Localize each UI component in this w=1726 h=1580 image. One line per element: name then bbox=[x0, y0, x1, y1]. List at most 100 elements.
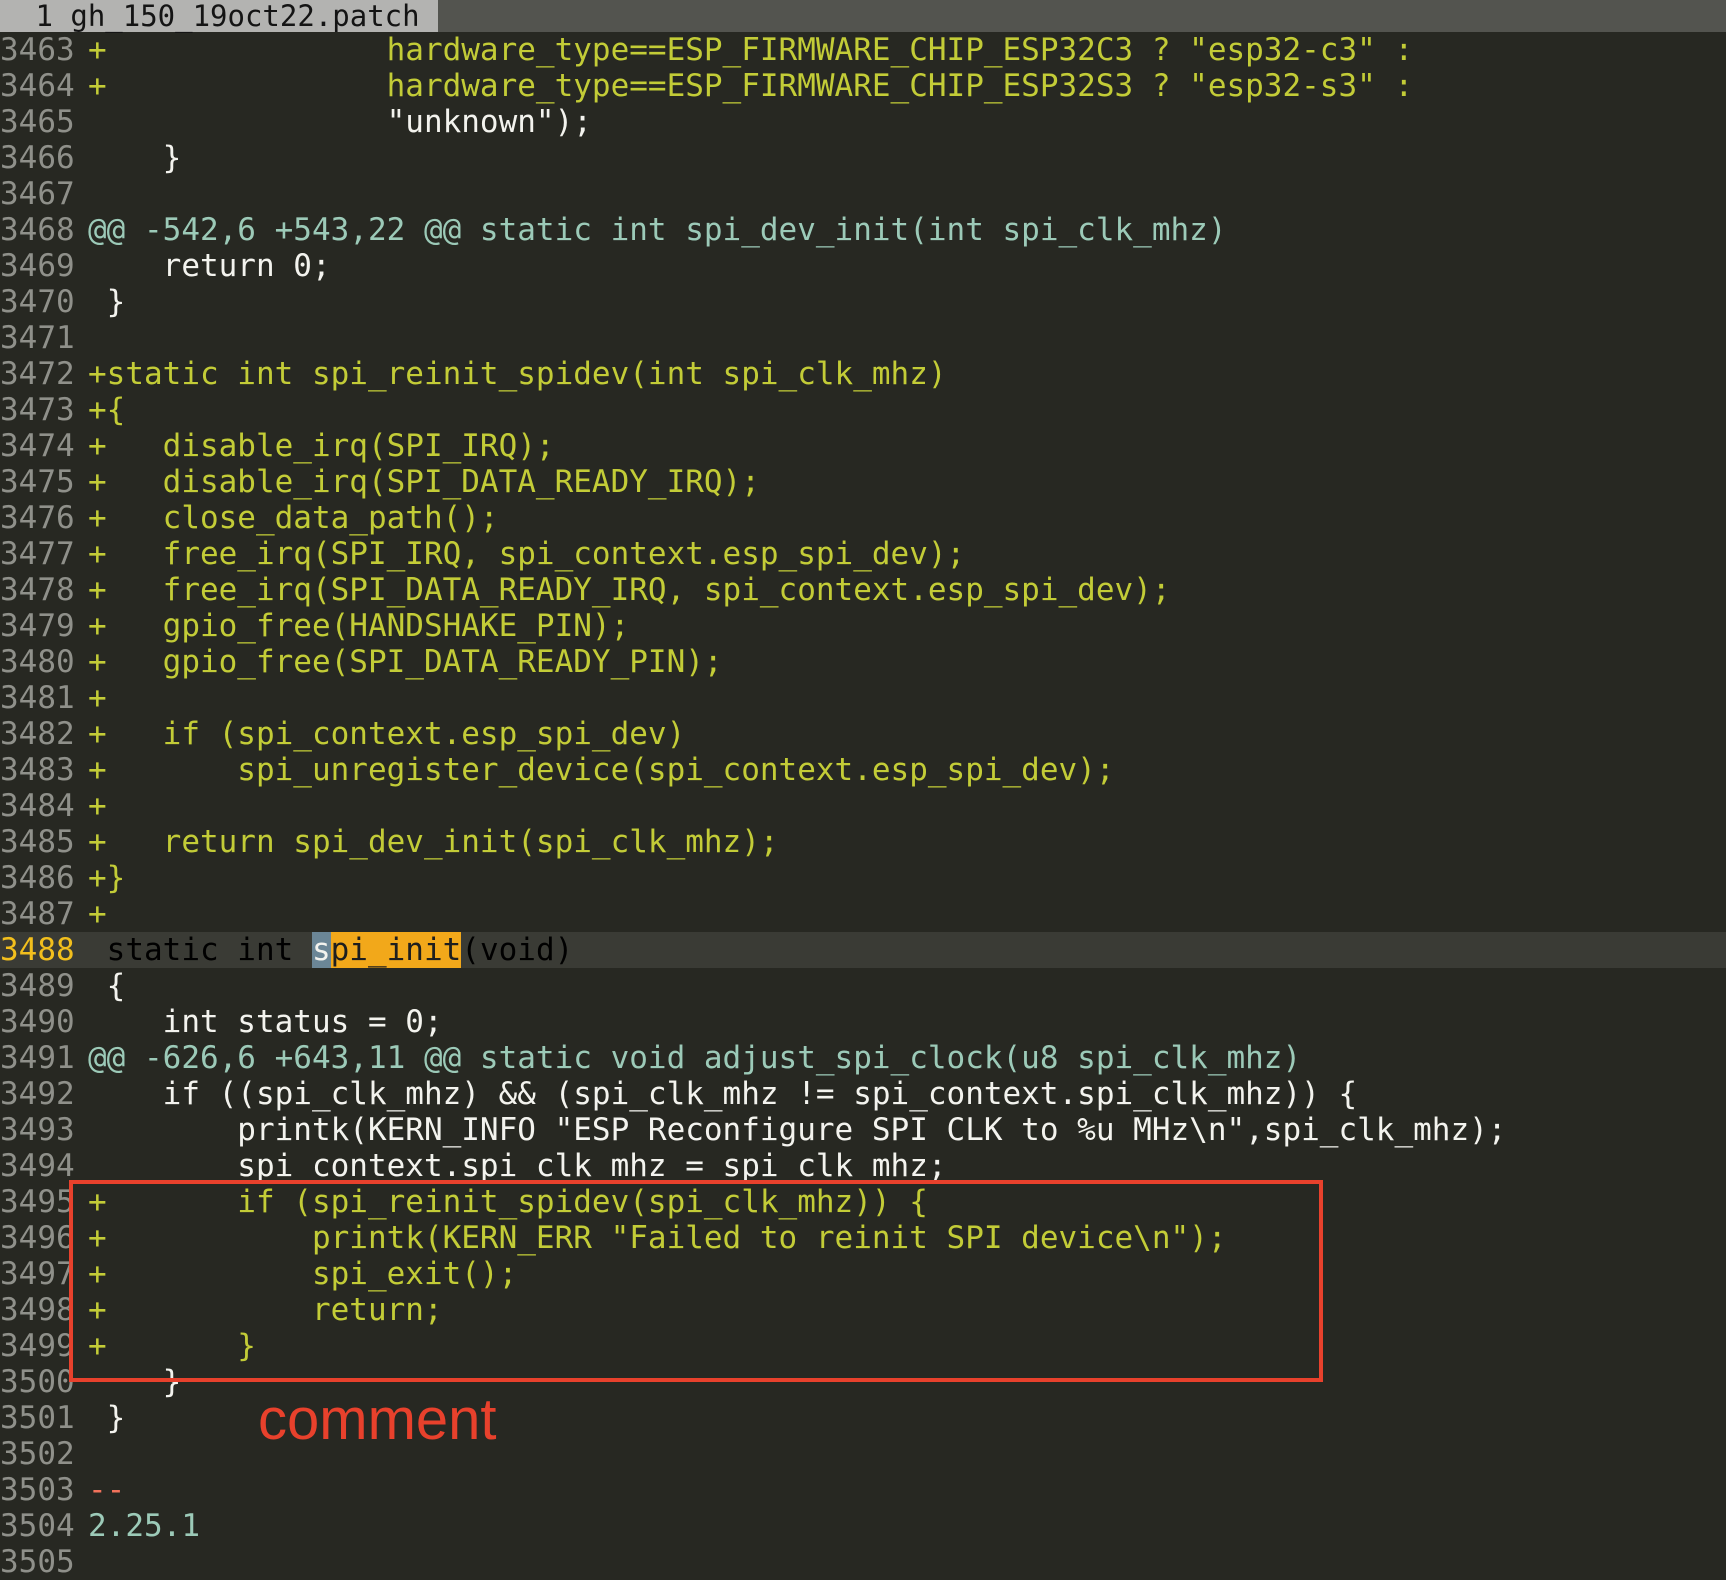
line-number: 3484 bbox=[0, 788, 75, 824]
code-text: spi_context.spi_clk_mhz = spi_clk_mhz; bbox=[88, 1148, 947, 1184]
code-line[interactable]: 3465 "unknown"); bbox=[0, 104, 1726, 140]
code-line[interactable]: 3467 bbox=[0, 176, 1726, 212]
code-line[interactable]: 3505 bbox=[0, 1544, 1726, 1580]
code-line[interactable]: 3492 if ((spi_clk_mhz) && (spi_clk_mhz !… bbox=[0, 1076, 1726, 1112]
code-text: + bbox=[88, 788, 107, 824]
code-text: printk(KERN_INFO "ESP Reconfigure SPI CL… bbox=[88, 1112, 1507, 1148]
code-text: { bbox=[88, 968, 126, 1004]
line-number: 3466 bbox=[0, 140, 75, 176]
code-line[interactable]: 3482 + if (spi_context.esp_spi_dev) bbox=[0, 716, 1726, 752]
code-line[interactable]: 3491 @@ -626,6 +643,11 @@ static void adj… bbox=[0, 1040, 1726, 1076]
line-number: 3500 bbox=[0, 1364, 75, 1400]
code-line[interactable]: 3481 + bbox=[0, 680, 1726, 716]
code-text: } bbox=[88, 1400, 126, 1436]
line-number: 3464 bbox=[0, 68, 75, 104]
code-segment: static int bbox=[88, 932, 312, 968]
code-text: "unknown"); bbox=[88, 104, 592, 140]
code-line[interactable]: 3494 spi_context.spi_clk_mhz = spi_clk_m… bbox=[0, 1148, 1726, 1184]
line-number: 3493 bbox=[0, 1112, 75, 1148]
line-number: 3465 bbox=[0, 104, 75, 140]
line-number: 3490 bbox=[0, 1004, 75, 1040]
line-number: 3505 bbox=[0, 1544, 75, 1580]
code-line[interactable]: 3479 + gpio_free(HANDSHAKE_PIN); bbox=[0, 608, 1726, 644]
line-number: 3502 bbox=[0, 1436, 75, 1472]
code-segment: (void) bbox=[461, 932, 574, 968]
line-number: 3469 bbox=[0, 248, 75, 284]
code-text: + gpio_free(HANDSHAKE_PIN); bbox=[88, 608, 630, 644]
code-line[interactable]: 3483 + spi_unregister_device(spi_context.… bbox=[0, 752, 1726, 788]
line-number: 3494 bbox=[0, 1148, 75, 1184]
line-number: 3468 bbox=[0, 212, 75, 248]
line-number: 3473 bbox=[0, 392, 75, 428]
line-number: 3491 bbox=[0, 1040, 75, 1076]
search-match: pi_init bbox=[330, 932, 462, 968]
line-number: 3489 bbox=[0, 968, 75, 1004]
code-line[interactable]: 3503 -- bbox=[0, 1472, 1726, 1508]
code-line[interactable]: 3474 + disable_irq(SPI_IRQ); bbox=[0, 428, 1726, 464]
code-line[interactable]: 3477 + free_irq(SPI_IRQ, spi_context.esp_… bbox=[0, 536, 1726, 572]
code-text: + hardware_type==ESP_FIRMWARE_CHIP_ESP32… bbox=[88, 68, 1414, 104]
code-line[interactable]: 3488 static int spi_init(void) bbox=[0, 932, 1726, 968]
line-number: 3492 bbox=[0, 1076, 75, 1112]
code-text: + gpio_free(SPI_DATA_READY_PIN); bbox=[88, 644, 723, 680]
code-text: @@ -542,6 +543,22 @@ static int spi_dev_… bbox=[88, 212, 1227, 248]
code-text: } bbox=[88, 284, 126, 320]
code-line[interactable]: 3489 { bbox=[0, 968, 1726, 1004]
code-line[interactable]: 3485 + return spi_dev_init(spi_clk_mhz); bbox=[0, 824, 1726, 860]
line-number: 3470 bbox=[0, 284, 75, 320]
line-number: 3496 bbox=[0, 1220, 75, 1256]
code-line[interactable]: 3475 + disable_irq(SPI_DATA_READY_IRQ); bbox=[0, 464, 1726, 500]
tab-bar: 1 gh_150_19oct22.patch bbox=[0, 0, 1726, 32]
code-text: -- bbox=[88, 1472, 126, 1508]
code-line[interactable]: 3463 + hardware_type==ESP_FIRMWARE_CHIP_E… bbox=[0, 32, 1726, 68]
line-number: 3504 bbox=[0, 1508, 75, 1544]
code-text: } bbox=[88, 140, 182, 176]
code-line[interactable]: 3473 +{ bbox=[0, 392, 1726, 428]
line-number: 3474 bbox=[0, 428, 75, 464]
code-text: + return spi_dev_init(spi_clk_mhz); bbox=[88, 824, 779, 860]
code-line[interactable]: 3471 bbox=[0, 320, 1726, 356]
code-line[interactable]: 3469 return 0; bbox=[0, 248, 1726, 284]
line-number: 3479 bbox=[0, 608, 75, 644]
code-text: + disable_irq(SPI_DATA_READY_IRQ); bbox=[88, 464, 760, 500]
code-text: +static int spi_reinit_spidev(int spi_cl… bbox=[88, 356, 947, 392]
cursor-char: s bbox=[311, 932, 331, 968]
tab-patch-file[interactable]: 1 gh_150_19oct22.patch bbox=[0, 0, 438, 32]
code-text: + hardware_type==ESP_FIRMWARE_CHIP_ESP32… bbox=[88, 32, 1414, 68]
line-number: 3483 bbox=[0, 752, 75, 788]
code-text: 2.25.1 bbox=[88, 1508, 200, 1544]
code-text: static int spi_init(void) bbox=[88, 932, 573, 968]
editor-window[interactable]: 1 gh_150_19oct22.patch 3463 + hardware_ty… bbox=[0, 0, 1726, 1580]
code-line[interactable]: 3470 } bbox=[0, 284, 1726, 320]
annotation-highlight-box bbox=[69, 1180, 1323, 1382]
code-text: +} bbox=[88, 860, 126, 896]
code-line[interactable]: 3480 + gpio_free(SPI_DATA_READY_PIN); bbox=[0, 644, 1726, 680]
code-text: + free_irq(SPI_DATA_READY_IRQ, spi_conte… bbox=[88, 572, 1171, 608]
line-number: 3486 bbox=[0, 860, 75, 896]
code-line[interactable]: 3476 + close_data_path(); bbox=[0, 500, 1726, 536]
line-number: 3485 bbox=[0, 824, 75, 860]
line-number: 3488 bbox=[0, 932, 75, 968]
code-line[interactable]: 3484 + bbox=[0, 788, 1726, 824]
code-line[interactable]: 3490 int status = 0; bbox=[0, 1004, 1726, 1040]
code-text: + free_irq(SPI_IRQ, spi_context.esp_spi_… bbox=[88, 536, 966, 572]
line-number: 3463 bbox=[0, 32, 75, 68]
line-number: 3499 bbox=[0, 1328, 75, 1364]
code-line[interactable]: 3472 +static int spi_reinit_spidev(int sp… bbox=[0, 356, 1726, 392]
code-text: + if (spi_context.esp_spi_dev) bbox=[88, 716, 686, 752]
line-number: 3480 bbox=[0, 644, 75, 680]
code-text: +{ bbox=[88, 392, 126, 428]
code-line[interactable]: 3478 + free_irq(SPI_DATA_READY_IRQ, spi_c… bbox=[0, 572, 1726, 608]
line-number: 3471 bbox=[0, 320, 75, 356]
line-number: 3475 bbox=[0, 464, 75, 500]
code-line[interactable]: 3466 } bbox=[0, 140, 1726, 176]
code-line[interactable]: 3486 +} bbox=[0, 860, 1726, 896]
code-text: if ((spi_clk_mhz) && (spi_clk_mhz != spi… bbox=[88, 1076, 1358, 1112]
code-line[interactable]: 3493 printk(KERN_INFO "ESP Reconfigure S… bbox=[0, 1112, 1726, 1148]
annotation-comment-label: comment bbox=[258, 1387, 497, 1452]
code-line[interactable]: 3504 2.25.1 bbox=[0, 1508, 1726, 1544]
code-line[interactable]: 3464 + hardware_type==ESP_FIRMWARE_CHIP_E… bbox=[0, 68, 1726, 104]
code-line[interactable]: 3487 + bbox=[0, 896, 1726, 932]
line-number: 3472 bbox=[0, 356, 75, 392]
code-line[interactable]: 3468 @@ -542,6 +543,22 @@ static int spi_… bbox=[0, 212, 1726, 248]
